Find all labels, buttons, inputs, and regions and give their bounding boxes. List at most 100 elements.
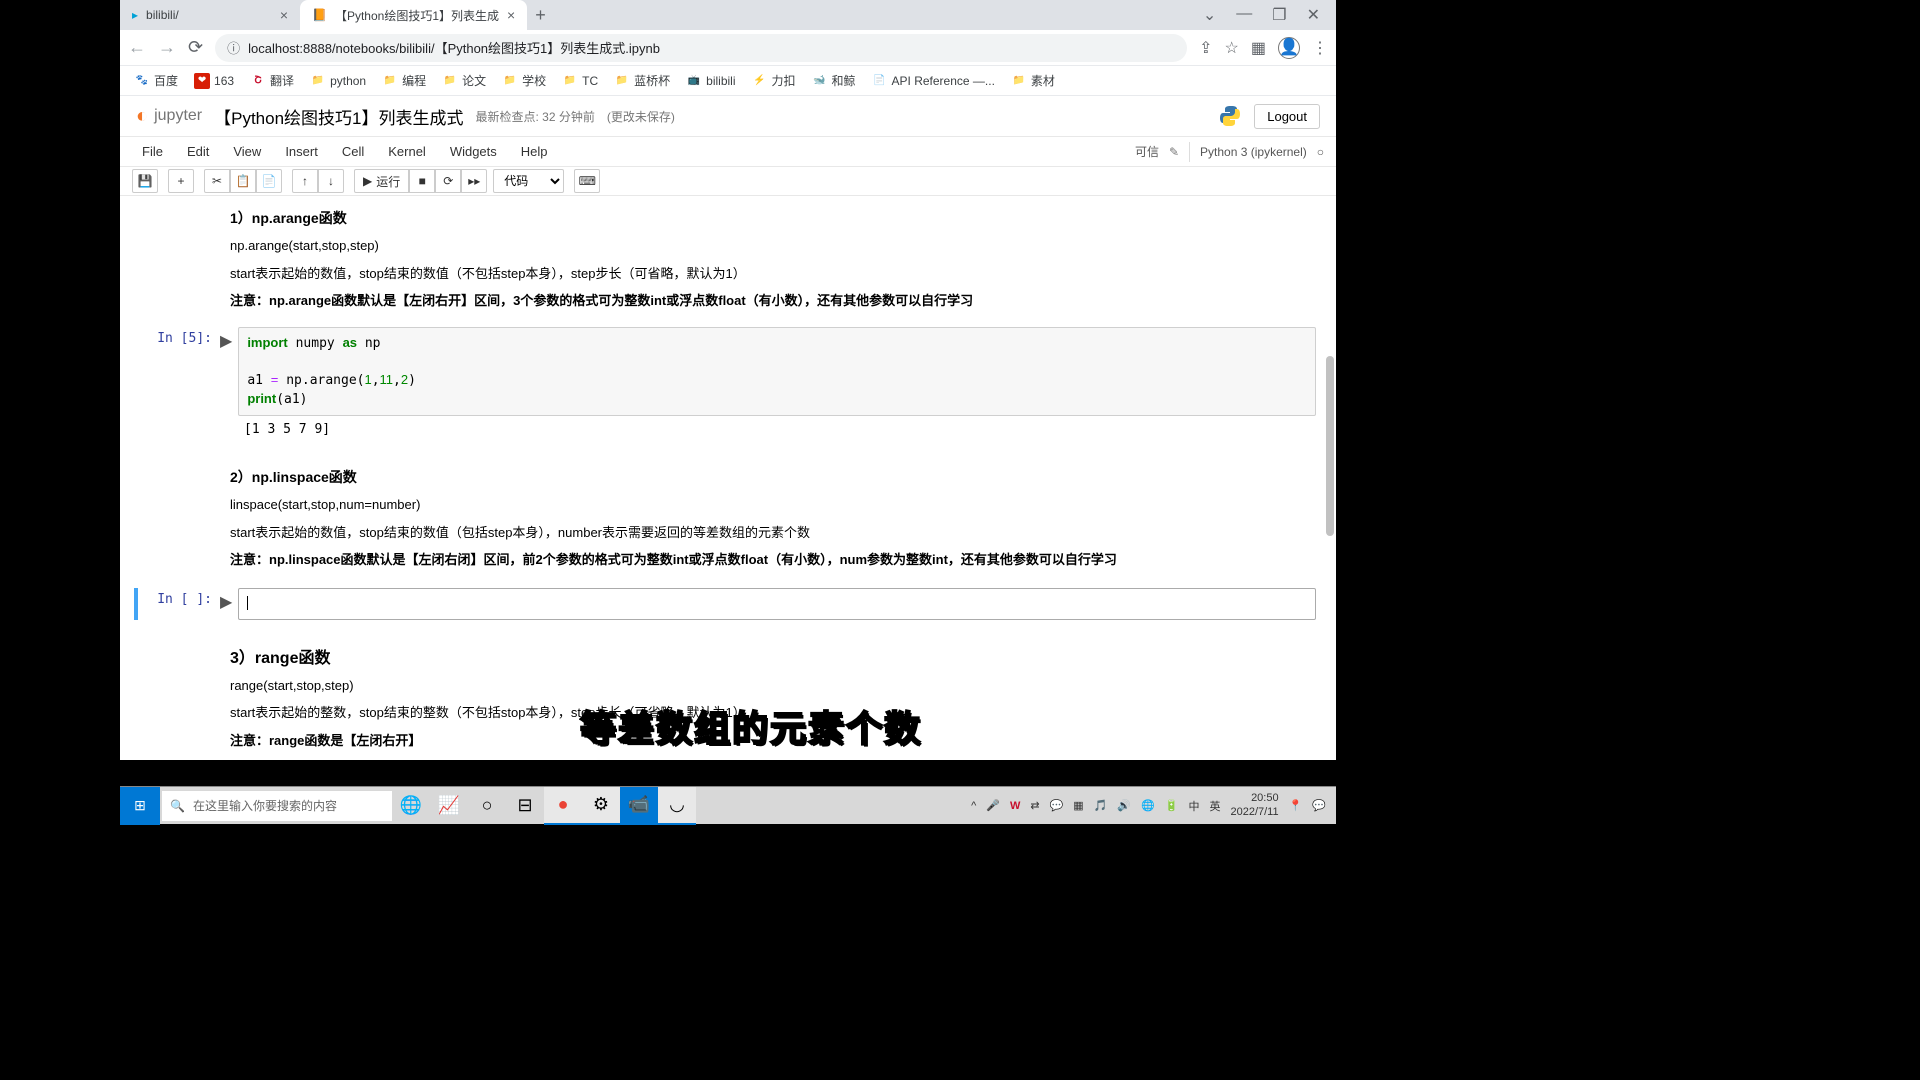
bookmark-item[interactable]: 📁蓝桥杯 (610, 70, 674, 91)
minimize-icon[interactable]: — (1236, 5, 1252, 25)
star-icon[interactable]: ☆ (1225, 38, 1239, 58)
bookmark-item[interactable]: 🐾百度 (130, 70, 182, 91)
menu-help[interactable]: Help (511, 140, 558, 163)
scrollbar-thumb[interactable] (1326, 356, 1334, 536)
bookmarks-bar: 🐾百度 ❤163 Շ翻译 📁python 📁编程 📁论文 📁学校 📁TC 📁蓝桥… (120, 66, 1336, 96)
taskbar-app-stocks[interactable]: 📈 (430, 787, 468, 825)
close-icon[interactable]: ✕ (1307, 5, 1320, 25)
add-cell-button[interactable]: + (168, 169, 194, 193)
code-cell[interactable]: In [5]: ▶ import numpy as npa1 = np.aran… (140, 325, 1316, 440)
cut-button[interactable]: ✂ (204, 169, 230, 193)
tray-sync-icon[interactable]: ⇄ (1030, 799, 1039, 812)
command-palette-button[interactable]: ⌨ (574, 169, 600, 193)
code-input[interactable] (238, 588, 1316, 620)
notebook-body[interactable]: 1）np.arange函数 np.arange(start,stop,step)… (120, 196, 1336, 760)
tray-lang2[interactable]: 英 (1209, 798, 1220, 814)
note-paragraph: 注意：np.linspace函数默认是【左闭右闭】区间，前2个参数的格式可为整数… (230, 550, 1300, 570)
back-button[interactable]: ← (128, 37, 146, 58)
menu-icon[interactable]: ⋮ (1312, 38, 1328, 58)
jupyter-icon: ◐ (136, 105, 148, 128)
tray-battery-icon[interactable]: 🔋 (1165, 799, 1179, 812)
tray-notifications-icon[interactable]: 💬 (1312, 799, 1326, 812)
menu-kernel[interactable]: Kernel (378, 140, 436, 163)
markdown-cell[interactable]: 1）np.arange函数 np.arange(start,stop,step)… (140, 200, 1316, 321)
bookmark-item[interactable]: 📁素材 (1007, 70, 1059, 91)
code-cell-selected[interactable]: In [ ]: ▶ (140, 588, 1316, 620)
tray-mic-icon[interactable]: 🎤 (986, 799, 1000, 812)
reload-button[interactable]: ⟳ (188, 37, 203, 58)
save-button[interactable]: 💾 (132, 169, 158, 193)
interrupt-button[interactable]: ■ (409, 169, 435, 193)
taskbar-app-meeting[interactable]: 📹 (620, 787, 658, 825)
code-input[interactable]: import numpy as npa1 = np.arange(1,11,2)… (238, 327, 1316, 417)
share-icon[interactable]: ⇪ (1199, 38, 1212, 58)
notebook-title[interactable]: 【Python绘图技巧1】列表生成式 (214, 104, 463, 129)
bookmark-item[interactable]: Շ翻译 (246, 70, 298, 91)
markdown-cell[interactable]: 2）np.linspace函数 linspace(start,stop,num=… (140, 459, 1316, 580)
checkpoint-text: 最新检查点: 32 分钟前 (476, 108, 595, 125)
profile-icon[interactable]: 👤 (1278, 37, 1300, 59)
tray-music-icon[interactable]: 🎵 (1094, 799, 1108, 812)
bookmark-item[interactable]: ⚡力扣 (748, 70, 800, 91)
trusted-label[interactable]: 可信 (1135, 143, 1159, 160)
run-cell-icon[interactable]: ▶ (220, 327, 238, 417)
new-tab-button[interactable]: + (527, 5, 554, 26)
taskbar-app-settings[interactable]: ⚙ (582, 787, 620, 825)
run-button[interactable]: ▶ 运行 (354, 169, 409, 193)
pencil-icon[interactable]: ✎ (1169, 145, 1179, 159)
tray-lang1[interactable]: 中 (1188, 798, 1199, 814)
tray-wechat-icon[interactable]: 💬 (1050, 799, 1064, 812)
scrollbar[interactable] (1324, 196, 1334, 760)
taskbar-app-taskview[interactable]: ⊟ (506, 787, 544, 825)
maximize-icon[interactable]: ❐ (1272, 5, 1286, 25)
bookmark-item[interactable]: ❤163 (190, 71, 238, 91)
menu-file[interactable]: File (132, 140, 173, 163)
menu-insert[interactable]: Insert (275, 140, 328, 163)
jupyter-logo[interactable]: ◐ jupyter (136, 105, 202, 128)
taskbar-app-terminal[interactable]: ◡ (658, 787, 696, 825)
bookmark-item[interactable]: 🐋和鲸 (808, 70, 860, 91)
menu-edit[interactable]: Edit (177, 140, 219, 163)
tray-volume-icon[interactable]: 🔊 (1117, 799, 1131, 812)
bookmark-item[interactable]: 📁python (306, 71, 370, 91)
taskbar-app-chrome[interactable]: ● (544, 787, 582, 825)
move-up-button[interactable]: ↑ (292, 169, 318, 193)
celltype-select[interactable]: 代码 (493, 169, 564, 193)
bookmark-item[interactable]: 📁TC (558, 71, 602, 91)
browser-tab[interactable]: ▸ bilibili/ × (120, 0, 300, 30)
tray-yy-icon[interactable]: ▦ (1073, 799, 1083, 812)
tray-location-icon[interactable]: 📍 (1289, 799, 1303, 812)
paste-button[interactable]: 📄 (256, 169, 282, 193)
taskbar-search[interactable]: 🔍 在这里输入你要搜索的内容 (162, 791, 392, 821)
menu-widgets[interactable]: Widgets (440, 140, 507, 163)
close-icon[interactable]: × (280, 7, 288, 23)
bookmark-item[interactable]: 📁编程 (378, 70, 430, 91)
bookmark-item[interactable]: 📄API Reference —... (868, 71, 999, 91)
extensions-icon[interactable]: ▦ (1251, 38, 1266, 58)
browser-tab-active[interactable]: 📙 【Python绘图技巧1】列表生成 × (300, 0, 527, 30)
tray-w-icon[interactable]: W (1010, 800, 1020, 812)
move-down-button[interactable]: ↓ (318, 169, 344, 193)
kernel-label[interactable]: Python 3 (ipykernel) (1200, 145, 1307, 159)
taskbar-app-edge[interactable]: 🌐 (392, 787, 430, 825)
tray-chevron-icon[interactable]: ^ (971, 800, 976, 812)
restart-run-button[interactable]: ▸▸ (461, 169, 487, 193)
run-cell-icon[interactable]: ▶ (220, 588, 238, 620)
chevron-down-icon[interactable]: ⌄ (1203, 5, 1216, 25)
close-icon[interactable]: × (507, 7, 515, 23)
menu-view[interactable]: View (223, 140, 271, 163)
bookmark-item[interactable]: 📁论文 (438, 70, 490, 91)
restart-button[interactable]: ⟳ (435, 169, 461, 193)
bookmark-item[interactable]: 📁学校 (498, 70, 550, 91)
tray-clock[interactable]: 20:50 2022/7/11 (1230, 792, 1278, 818)
start-button[interactable]: ⊞ (120, 787, 160, 825)
menu-cell[interactable]: Cell (332, 140, 374, 163)
taskbar-app-cortana[interactable]: ○ (468, 787, 506, 825)
forward-button[interactable]: → (158, 37, 176, 58)
copy-button[interactable]: 📋 (230, 169, 256, 193)
url-bar[interactable]: ⓘ localhost:8888/notebooks/bilibili/【Pyt… (215, 34, 1187, 62)
logout-button[interactable]: Logout (1254, 104, 1320, 129)
bookmark-item[interactable]: 📺bilibili (682, 71, 739, 91)
text-paragraph: np.arange(start,stop,step) (230, 236, 1300, 256)
tray-network-icon[interactable]: 🌐 (1141, 799, 1155, 812)
